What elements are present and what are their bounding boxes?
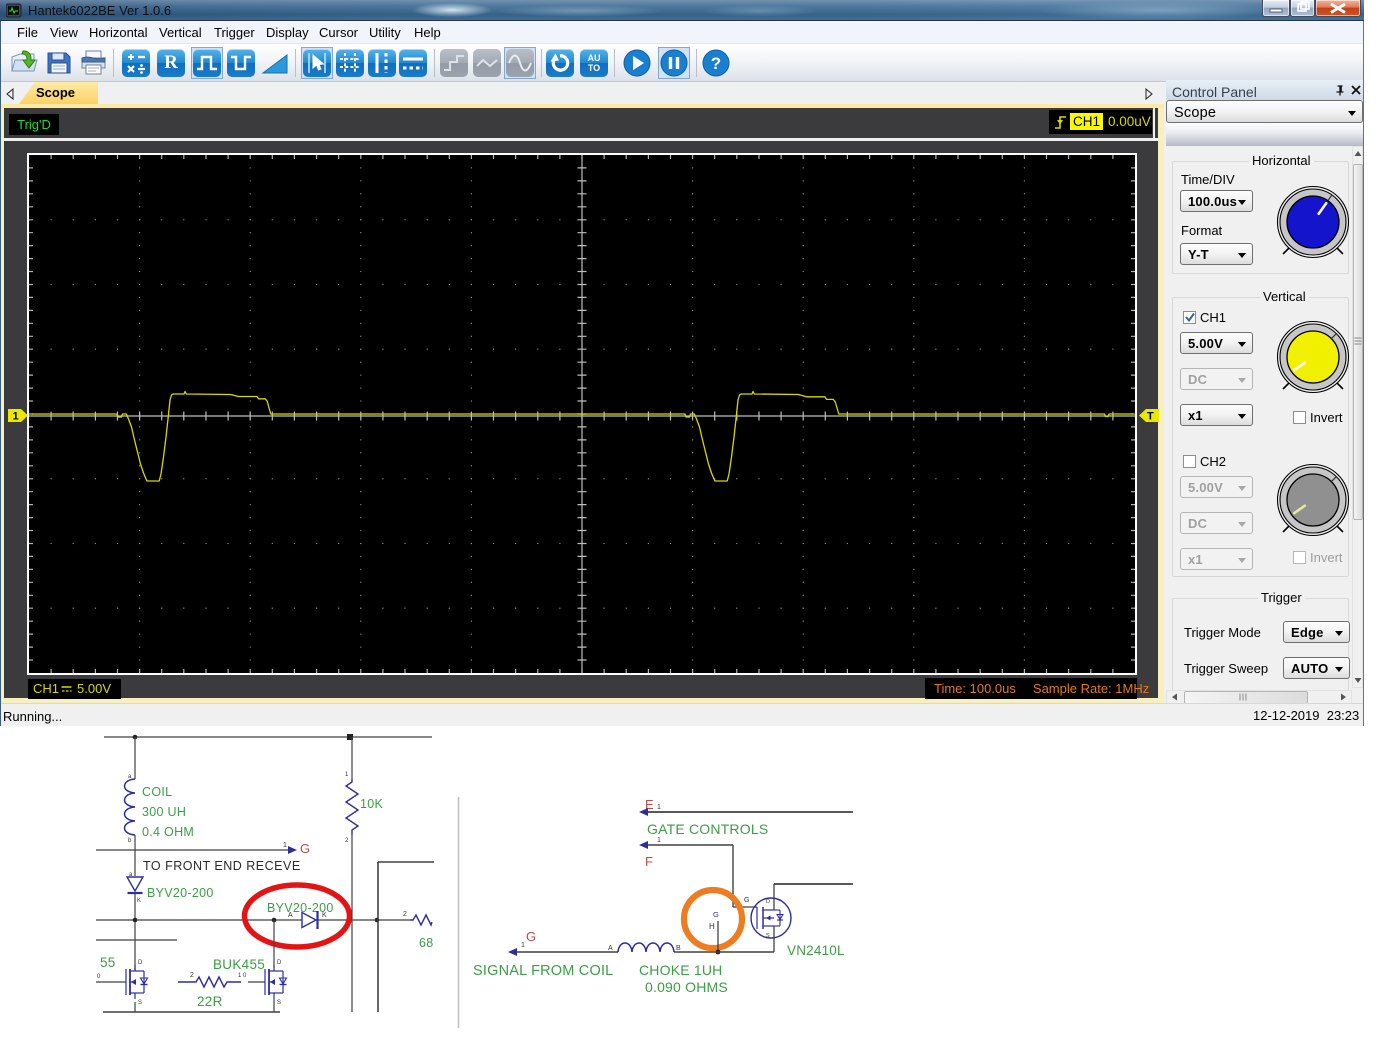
svg-text:D: D: [766, 899, 770, 905]
svg-text:1: 1: [657, 804, 661, 811]
svg-text:G: G: [300, 841, 310, 856]
svg-text:1: 1: [521, 942, 525, 949]
svg-text:10K: 10K: [360, 797, 384, 811]
svg-text:0.4 OHM: 0.4 OHM: [142, 825, 194, 839]
svg-text:GATE CONTROLS: GATE CONTROLS: [647, 821, 768, 837]
svg-text:S: S: [138, 1000, 142, 1006]
svg-text:2: 2: [190, 972, 194, 979]
svg-text:?: ?: [711, 54, 721, 73]
svg-text:CHOKE 1UH: CHOKE 1UH: [639, 962, 722, 978]
svg-text:G: G: [526, 929, 536, 944]
svg-text:2: 2: [403, 911, 407, 918]
svg-text:68: 68: [419, 936, 434, 950]
svg-text:F: F: [645, 854, 653, 869]
svg-text:D: D: [138, 960, 143, 966]
svg-text:D: D: [277, 960, 282, 966]
svg-text:1: 1: [283, 842, 287, 849]
svg-text:VN2410L: VN2410L: [787, 943, 845, 958]
svg-text:1 0: 1 0: [238, 973, 247, 979]
svg-text:B: B: [676, 945, 681, 952]
svg-text:1: 1: [13, 410, 19, 422]
svg-text:BUK455: BUK455: [213, 957, 265, 972]
svg-text:A: A: [608, 945, 613, 952]
svg-text:0: 0: [97, 974, 101, 980]
svg-text:T: T: [1147, 410, 1154, 422]
svg-text:COIL: COIL: [142, 785, 172, 799]
svg-text:K: K: [322, 912, 327, 919]
svg-text:A: A: [288, 912, 293, 919]
svg-text:55: 55: [100, 955, 116, 970]
svg-text:G: G: [713, 910, 719, 919]
svg-text:K: K: [137, 898, 141, 904]
svg-text:1: 1: [657, 837, 661, 844]
svg-text:22R: 22R: [197, 994, 223, 1009]
svg-text:BYV20-200: BYV20-200: [147, 886, 214, 900]
svg-text:0.090 OHMS: 0.090 OHMS: [645, 979, 728, 995]
svg-text:S: S: [766, 933, 770, 939]
svg-text:TO FRONT END RECEVE: TO FRONT END RECEVE: [143, 859, 301, 873]
svg-text:1: 1: [345, 772, 349, 778]
svg-text:S: S: [277, 1000, 281, 1006]
svg-text:300 UH: 300 UH: [142, 805, 186, 819]
svg-text:b: b: [128, 838, 132, 844]
svg-text:G: G: [744, 897, 749, 904]
svg-text:2: 2: [345, 838, 349, 844]
svg-text:H: H: [709, 922, 715, 931]
svg-text:SIGNAL FROM COIL: SIGNAL FROM COIL: [473, 963, 613, 979]
